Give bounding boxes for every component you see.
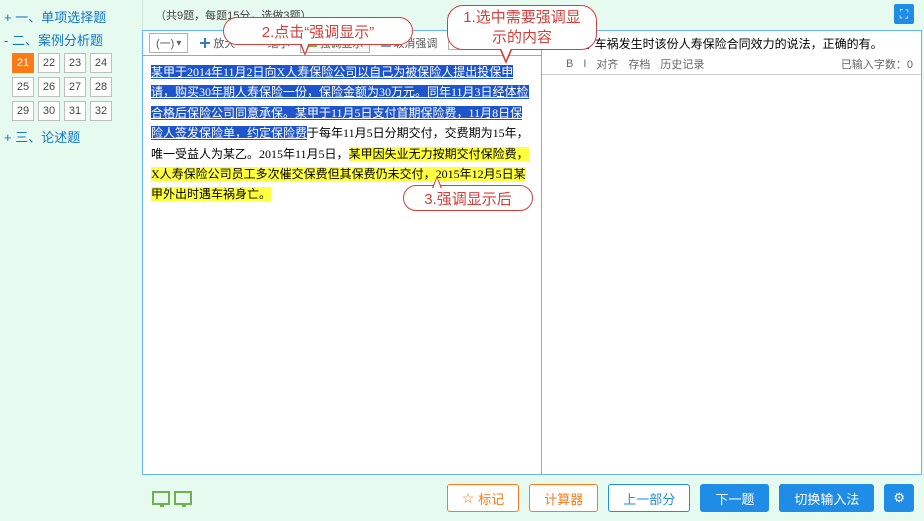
hint-callout-3: 3.强调显示后 [403, 185, 533, 211]
question-num-22[interactable]: 22 [38, 53, 60, 73]
footer: ☆ 标记 计算器 上一部分 下一题 切换输入法 ⚙ [142, 475, 924, 521]
question-num-28[interactable]: 28 [90, 77, 112, 97]
question-num-29[interactable]: 29 [12, 101, 34, 121]
answer-textarea[interactable] [542, 75, 921, 474]
question-num-23[interactable]: 23 [64, 53, 86, 73]
chevron-down-icon: ▾ [176, 38, 181, 49]
question-num-30[interactable]: 30 [38, 101, 60, 121]
question-number-grid: 21 22 23 24 25 26 27 28 29 30 31 32 [12, 53, 136, 121]
plus-icon [199, 37, 211, 49]
work-area: (一) ▾ 放大 缩小 强调显示 [142, 30, 922, 475]
next-question-button[interactable]: 下一题 [700, 484, 769, 512]
main-pane: （共9题，每题15分，选做3题） ⛶ (一) ▾ 放大 [142, 0, 924, 521]
sidebar: + 一、单项选择题 - 二、案例分析题 21 22 23 24 25 26 27… [0, 0, 142, 521]
gear-icon: ⚙ [893, 490, 905, 506]
prev-section-button[interactable]: 上一部分 [608, 484, 690, 512]
history-button[interactable]: 历史记录 [660, 56, 704, 72]
bold-button[interactable]: B [566, 58, 573, 70]
question-num-21[interactable]: 21 [12, 53, 34, 73]
monitor-icon [152, 491, 170, 505]
question-num-24[interactable]: 24 [90, 53, 112, 73]
answer-pane: (1) 关于车祸发生时该份人寿保险合同效力的说法，正确的有。 B I 对齐 存档… [542, 31, 921, 474]
passage-text[interactable]: 某甲于2014年11月2日向X人寿保险公司以自己为被保险人提出投保申请，购买30… [143, 56, 541, 474]
section-link-single-choice[interactable]: + 一、单项选择题 [4, 7, 136, 26]
switch-ime-button[interactable]: 切换输入法 [779, 484, 874, 512]
question-num-25[interactable]: 25 [12, 77, 34, 97]
question-num-27[interactable]: 27 [64, 77, 86, 97]
fullscreen-icon: ⛶ [900, 7, 908, 22]
align-button[interactable]: 对齐 [596, 56, 618, 72]
hint-callout-1: 1.选中需要强调显示的内容 [447, 5, 597, 50]
star-icon: ☆ [462, 490, 475, 507]
layout-toggle[interactable] [152, 491, 192, 505]
italic-button[interactable]: I [583, 58, 586, 70]
hint-callout-2: 2.点击“强调显示” [223, 17, 413, 45]
section-link-case[interactable]: - 二、案例分析题 [4, 30, 136, 49]
fullscreen-button[interactable]: ⛶ [894, 4, 914, 24]
group-dropdown[interactable]: (一) ▾ [149, 33, 188, 53]
passage-pane: (一) ▾ 放大 缩小 强调显示 [143, 31, 542, 474]
question-num-31[interactable]: 31 [64, 101, 86, 121]
monitor-icon [174, 491, 192, 505]
question-num-26[interactable]: 26 [38, 77, 60, 97]
save-button[interactable]: 存档 [628, 56, 650, 72]
settings-button[interactable]: ⚙ [884, 484, 914, 512]
calculator-button[interactable]: 计算器 [529, 484, 598, 512]
char-counter: 已输入字数：0 [841, 56, 913, 72]
question-header: (1) 关于车祸发生时该份人寿保险合同效力的说法，正确的有。 [542, 31, 921, 54]
question-text: 关于车祸发生时该份人寿保险合同效力的说法，正确的有。 [571, 35, 883, 52]
answer-toolbar: B I 对齐 存档 历史记录 已输入字数：0 [542, 54, 921, 75]
mark-button[interactable]: ☆ 标记 [447, 484, 520, 512]
question-num-32[interactable]: 32 [90, 101, 112, 121]
section-link-essay[interactable]: + 三、论述题 [4, 127, 136, 146]
